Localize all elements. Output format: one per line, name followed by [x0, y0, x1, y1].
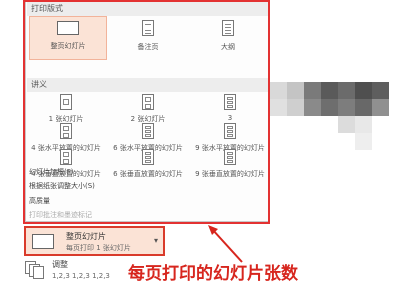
- handout-9h-icon: [224, 123, 236, 139]
- handout-1-slide[interactable]: 1 张幻灯片: [26, 94, 106, 124]
- handout-3-slides[interactable]: 3: [190, 94, 270, 122]
- print-layout-dropdown: 打印版式 整页幻灯片 备注页 大纲 讲义 1 张幻灯片 2 张幻灯片 3 4 张…: [25, 0, 270, 222]
- layout-outline[interactable]: 大纲: [189, 16, 267, 60]
- notes-page-icon: [142, 20, 154, 36]
- slides-per-page-dropdown[interactable]: 整页幻灯片 每页打印 1 张幻灯片 ▾: [24, 226, 165, 256]
- outline-page-icon: [222, 20, 234, 36]
- blurred-preview: [270, 72, 400, 167]
- layout-label: 整页幻灯片: [50, 42, 86, 50]
- print-comments-option: 打印批注和墨迹标记: [29, 211, 92, 219]
- selector-subtitle: 每页打印 1 张幻灯片: [66, 244, 131, 252]
- handout-label: 3: [227, 114, 233, 122]
- handout-6v-icon: [142, 149, 154, 165]
- layout-notes-pages[interactable]: 备注页: [109, 16, 187, 60]
- annotation-text: 每页打印的幻灯片张数: [128, 264, 298, 284]
- handout-2-slides[interactable]: 2 张幻灯片: [108, 94, 188, 124]
- layout-full-page-slides[interactable]: 整页幻灯片: [29, 16, 107, 60]
- layout-label: 大纲: [221, 43, 235, 51]
- handout-9v-icon: [224, 149, 236, 165]
- frame-slides-option[interactable]: 幻灯片加框(F): [29, 167, 74, 177]
- handout-label: 6 张垂直放置的幻灯片: [113, 170, 183, 178]
- handout-3-icon: [224, 94, 236, 110]
- scale-to-fit-option[interactable]: 根据纸张调整大小(S): [29, 181, 95, 191]
- handout-9-vertical[interactable]: 9 张垂直放置的幻灯片: [190, 149, 270, 179]
- handouts-header: 讲义: [27, 78, 270, 92]
- collate-subtitle: 1,2,3 1,2,3 1,2,3: [52, 272, 110, 280]
- layout-label: 备注页: [137, 43, 159, 51]
- selector-title: 整页幻灯片: [66, 232, 106, 241]
- handout-2-icon: [142, 94, 154, 110]
- handout-1-icon: [60, 94, 72, 110]
- collate-title[interactable]: 调整: [52, 259, 68, 270]
- chevron-down-icon: ▾: [153, 236, 158, 245]
- handout-4v-icon: [60, 149, 72, 165]
- full-page-slide-icon: [32, 234, 54, 249]
- collate-icon: [25, 261, 45, 279]
- handout-4h-icon: [60, 123, 72, 139]
- handout-6h-icon: [142, 123, 154, 139]
- high-quality-option[interactable]: 高质量: [29, 196, 50, 206]
- handout-label: 9 张垂直放置的幻灯片: [195, 170, 265, 178]
- full-page-slide-icon: [57, 21, 79, 35]
- print-layout-header: 打印版式: [27, 2, 270, 16]
- handout-6-vertical[interactable]: 6 张垂直放置的幻灯片: [108, 149, 188, 179]
